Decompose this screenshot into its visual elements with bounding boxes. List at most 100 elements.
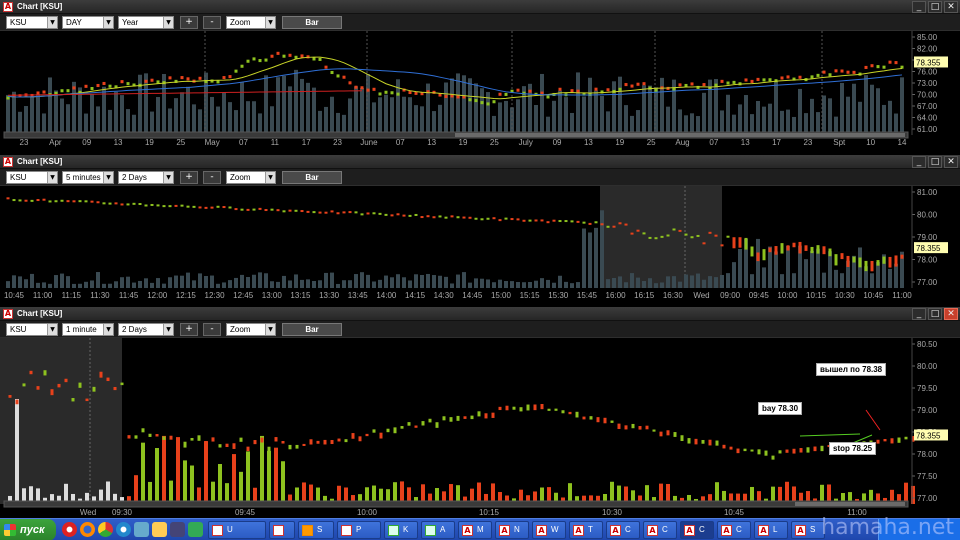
- close-button[interactable]: ✕: [944, 156, 958, 168]
- chrome-icon[interactable]: [98, 522, 113, 537]
- bar-type-button[interactable]: Bar: [282, 323, 342, 336]
- spreadsheet-icon[interactable]: [188, 522, 203, 537]
- interval-select[interactable]: DAY ▼: [62, 16, 114, 29]
- zoom-select[interactable]: Zoom ▼: [226, 323, 276, 336]
- desktop-icon[interactable]: [134, 522, 149, 537]
- zoom-select[interactable]: Zoom ▼: [226, 16, 276, 29]
- zoom-in-button[interactable]: +: [180, 16, 198, 29]
- candle: [18, 199, 22, 202]
- x-tick-label: 14:00: [376, 291, 397, 300]
- symbol-select[interactable]: KSU ▼: [6, 171, 58, 184]
- intraday-5min-price-chart: 81.00 80.00 79.00 78.00 77.00 78.355 10:45 11:0…: [4, 186, 948, 300]
- taskbar-item[interactable]: AC: [606, 521, 640, 539]
- candle: [594, 221, 598, 224]
- save-icon[interactable]: [170, 522, 185, 537]
- volume-bar: [90, 94, 94, 135]
- symbol-value: KSU: [10, 325, 27, 334]
- candle: [630, 84, 634, 88]
- bar-type-button[interactable]: Bar: [282, 16, 342, 29]
- taskbar-item[interactable]: AS: [791, 521, 825, 539]
- symbol-select[interactable]: KSU ▼: [6, 323, 58, 336]
- intraday-1min-chart-area[interactable]: Wed 09:30 09:45 10:00 10:15 10:30 10:45 11:00 80…: [0, 338, 960, 518]
- taskbar-item[interactable]: AC: [680, 521, 714, 539]
- volume-bar: [141, 442, 145, 504]
- taskbar-item[interactable]: U: [208, 521, 266, 539]
- volume-bar: [834, 269, 838, 288]
- start-button[interactable]: пуск: [0, 519, 56, 540]
- zoom-in-button[interactable]: +: [180, 323, 198, 336]
- y-tick-label: 82.00: [917, 45, 938, 54]
- zoom-out-button[interactable]: -: [203, 323, 221, 336]
- x-tick-label: 13: [741, 138, 750, 147]
- taskbar-item[interactable]: P: [337, 521, 381, 539]
- explorer-icon[interactable]: [152, 522, 167, 537]
- chevron-down-icon: ▼: [47, 172, 57, 183]
- taskbar-item[interactable]: K: [384, 521, 418, 539]
- volume-bar: [480, 88, 484, 135]
- taskbar-item[interactable]: AW: [532, 521, 566, 539]
- x-tick-label: 16:15: [634, 291, 655, 300]
- intraday-5min-chart-area[interactable]: 81.00 80.00 79.00 78.00 77.00 78.355 10:45 11:0…: [0, 186, 960, 301]
- interval-select[interactable]: 1 minute ▼: [62, 323, 114, 336]
- daily-chart-area[interactable]: 85.0082.0079.0076.0073.0070.0067.0064.00…: [0, 31, 960, 148]
- opera-icon[interactable]: [62, 522, 77, 537]
- taskbar-item[interactable]: AM: [458, 521, 492, 539]
- ie-icon[interactable]: [116, 522, 131, 537]
- zoom-out-button[interactable]: -: [203, 171, 221, 184]
- volume-bar: [354, 274, 358, 288]
- candle: [218, 444, 222, 448]
- volume-bar: [864, 75, 868, 135]
- candle: [799, 448, 803, 453]
- window-titlebar[interactable]: A Chart [KSU] _ □ ✕: [0, 0, 960, 14]
- candle: [267, 446, 271, 452]
- taskbar-item[interactable]: AC: [643, 521, 677, 539]
- volume-bar: [438, 104, 442, 135]
- candle: [624, 223, 628, 226]
- candle: [162, 436, 166, 440]
- firefox-icon[interactable]: [80, 522, 95, 537]
- candle: [870, 260, 874, 272]
- minimize-button[interactable]: _: [912, 1, 926, 13]
- candle: [372, 429, 376, 433]
- maximize-button[interactable]: □: [928, 308, 942, 320]
- range-select[interactable]: 2 Days ▼: [118, 171, 174, 184]
- candle: [738, 237, 742, 248]
- taskbar-item[interactable]: AT: [569, 521, 603, 539]
- x-tick-label: 23: [333, 138, 342, 147]
- minimize-button[interactable]: _: [912, 308, 926, 320]
- candle: [384, 90, 388, 94]
- candle: [888, 256, 892, 268]
- zoom-out-button[interactable]: -: [203, 16, 221, 29]
- taskbar-item[interactable]: AC: [717, 521, 751, 539]
- volume-bar: [504, 100, 508, 135]
- maximize-button[interactable]: □: [928, 156, 942, 168]
- taskbar-item[interactable]: AN: [495, 521, 529, 539]
- window-titlebar[interactable]: A Chart [KSU] _ □ ✕: [0, 155, 960, 169]
- zoom-select[interactable]: Zoom ▼: [226, 171, 276, 184]
- window-titlebar[interactable]: A Chart [KSU] _ □ ✕: [0, 307, 960, 321]
- taskbar-item[interactable]: AL: [754, 521, 788, 539]
- maximize-button[interactable]: □: [928, 1, 942, 13]
- x-tick-label: 13: [584, 138, 593, 147]
- volume-bar: [720, 274, 724, 288]
- close-button[interactable]: ✕: [944, 1, 958, 13]
- close-button[interactable]: ✕: [944, 308, 958, 320]
- chevron-down-icon: ▼: [103, 172, 113, 183]
- range-select[interactable]: 2 Days ▼: [118, 323, 174, 336]
- zoom-in-button[interactable]: +: [180, 171, 198, 184]
- range-select[interactable]: Year ▼: [118, 16, 174, 29]
- volume-bar: [264, 75, 268, 135]
- bar-type-button[interactable]: Bar: [282, 171, 342, 184]
- interval-select[interactable]: 5 minutes ▼: [62, 171, 114, 184]
- candle: [351, 433, 355, 439]
- taskbar-item[interactable]: A: [421, 521, 455, 539]
- minimize-button[interactable]: _: [912, 156, 926, 168]
- taskbar-item-label: P: [356, 525, 362, 534]
- volume-bar: [12, 275, 16, 288]
- symbol-select[interactable]: KSU ▼: [6, 16, 58, 29]
- volume-bar: [60, 98, 64, 135]
- taskbar-item[interactable]: [269, 521, 295, 539]
- volume-bar: [882, 104, 886, 135]
- volume-bar: [48, 283, 52, 288]
- taskbar-item[interactable]: S: [298, 521, 334, 539]
